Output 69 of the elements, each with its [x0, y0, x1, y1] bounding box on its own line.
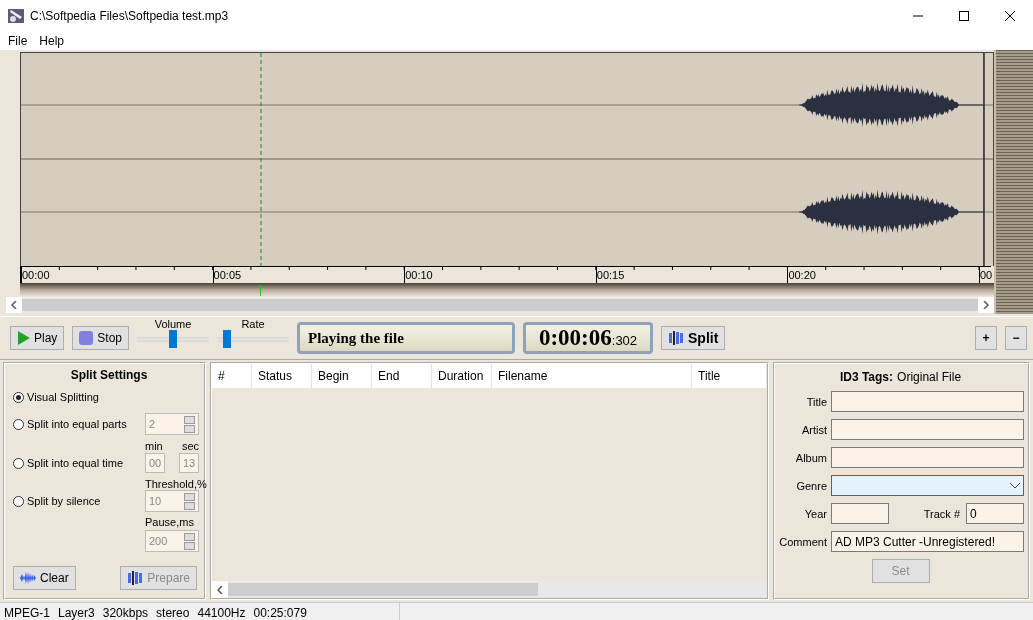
- menu-item[interactable]: File: [4, 34, 32, 48]
- position-marker: [260, 285, 261, 296]
- time-display: 0:00:06:302: [523, 322, 654, 354]
- horizontal-scrollbar[interactable]: [6, 297, 994, 313]
- field-label: Album: [794, 451, 827, 464]
- waveform-icon: [20, 571, 36, 585]
- slider-label: Rate: [241, 318, 265, 330]
- scroll-left-icon: [217, 585, 223, 594]
- play-icon: [17, 331, 30, 345]
- menu-item[interactable]: Help: [35, 34, 69, 48]
- status-display: Playing the file: [297, 322, 516, 354]
- field-label: Threshold,%: [145, 478, 205, 490]
- radio-option[interactable]: Split into equal time: [13, 452, 141, 474]
- split-button[interactable]: Split: [661, 326, 726, 350]
- slider-thumb[interactable]: [169, 330, 178, 348]
- text-field[interactable]: [831, 391, 1024, 412]
- text-field[interactable]: [831, 447, 1024, 468]
- field-label: sec: [181, 440, 199, 452]
- field-label: min: [145, 440, 163, 452]
- stop-button[interactable]: Stop: [72, 326, 130, 350]
- radio-option[interactable]: Visual Splitting: [13, 386, 141, 408]
- scroll-right-icon: [983, 301, 989, 309]
- window-title: C:\Softpedia Files\Softpedia test.mp3: [30, 9, 230, 23]
- text-field[interactable]: [831, 419, 1024, 440]
- field-label: Comment: [778, 535, 827, 548]
- split-lines-icon: [127, 571, 144, 585]
- panel-title: Split Settings: [69, 368, 149, 384]
- status-item: stereo: [156, 606, 190, 620]
- play-button[interactable]: Play: [10, 326, 65, 350]
- status-item: Layer3: [58, 606, 95, 620]
- clear-button[interactable]: Clear: [13, 566, 76, 590]
- stop-icon: [79, 331, 94, 345]
- field-label: Pause,ms: [145, 516, 195, 528]
- slider-thumb[interactable]: [223, 330, 232, 348]
- field-label: Artist: [800, 423, 827, 436]
- status-item: 00:25:079: [253, 606, 307, 620]
- time-label: 00:10: [405, 269, 433, 281]
- status-item: MPEG-1: [4, 606, 50, 620]
- field-label: Track #: [922, 507, 960, 520]
- position-strip[interactable]: [20, 283, 994, 296]
- maximize-icon: [959, 11, 969, 21]
- radio-option[interactable]: Split by silence: [13, 490, 141, 512]
- split-lines-icon: [668, 331, 685, 345]
- panel-title: ID3 Tags:: [839, 370, 894, 384]
- comment-field[interactable]: AD MP3 Cutter -Unregistered!: [831, 531, 1024, 552]
- waveform-view[interactable]: [20, 52, 994, 266]
- panel-subtitle: Original File: [897, 370, 962, 384]
- chevron-down-icon: [1010, 482, 1020, 489]
- radio-option[interactable]: Split into equal parts: [13, 408, 141, 440]
- time-label: 00:20: [788, 269, 816, 281]
- zoom-button[interactable]: +: [975, 326, 997, 350]
- slider-label: Volume: [154, 318, 192, 330]
- field-label: Title: [805, 395, 827, 408]
- time-label: 00:15: [596, 269, 625, 281]
- scroll-left-icon: [11, 301, 17, 309]
- field-label: Genre: [795, 479, 827, 492]
- time-label: 00:05: [213, 269, 242, 281]
- zoom-button[interactable]: −: [1005, 326, 1027, 350]
- time-label: 00: [979, 269, 993, 281]
- app-icon: [8, 8, 24, 24]
- field-label: Year: [803, 507, 827, 520]
- time-label: 00:00: [22, 269, 50, 281]
- status-item: 44100Hz: [197, 606, 246, 620]
- year-field[interactable]: [831, 503, 889, 524]
- status-item: 320kbps: [102, 606, 149, 620]
- track-field[interactable]: 0: [966, 503, 1024, 524]
- close-icon: [1005, 11, 1015, 21]
- genre-dropdown[interactable]: [831, 475, 1024, 496]
- horizontal-scrollbar[interactable]: [212, 581, 767, 598]
